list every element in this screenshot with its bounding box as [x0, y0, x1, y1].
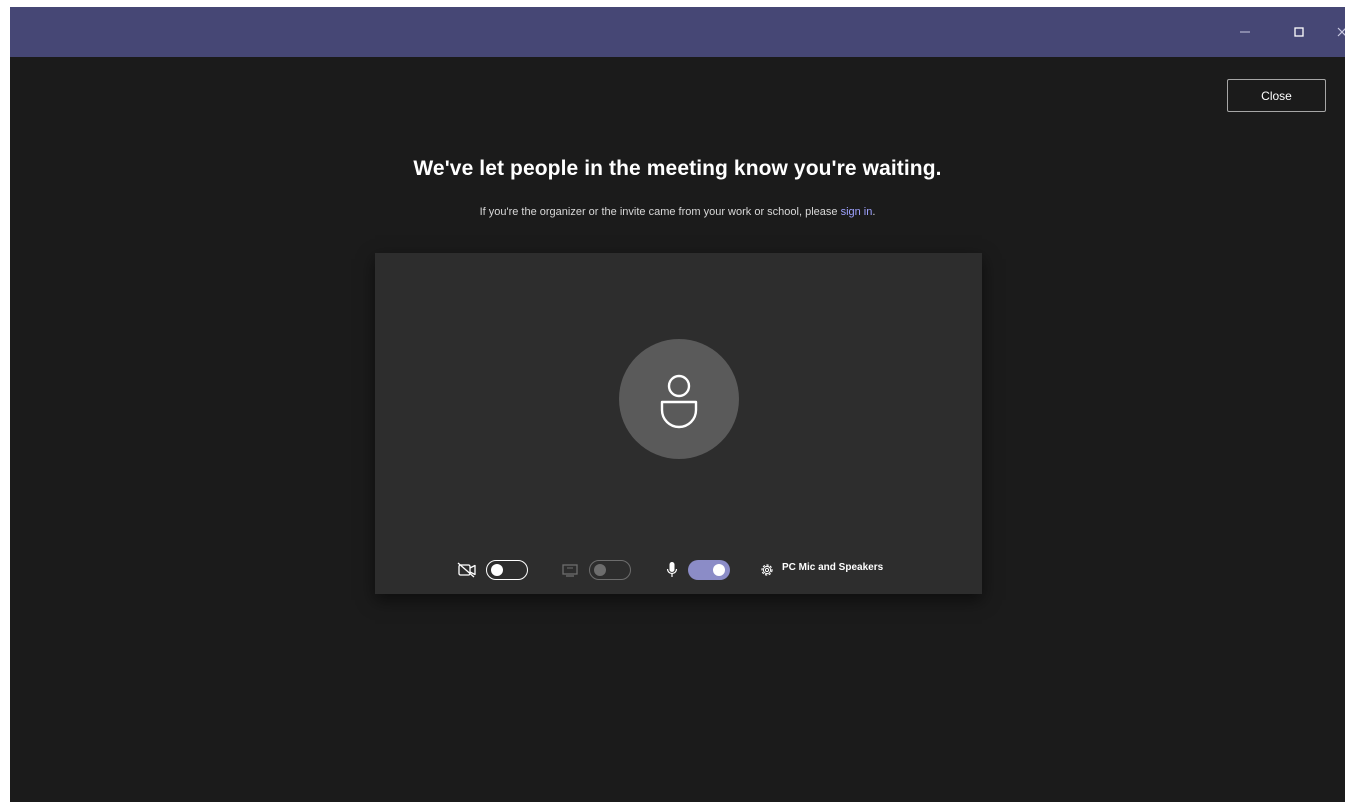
sign-in-link[interactable]: sign in: [841, 206, 873, 218]
gear-icon[interactable]: [757, 560, 777, 580]
background-effects-toggle[interactable]: [589, 560, 631, 580]
background-effects-icon: [558, 559, 582, 581]
device-settings-label[interactable]: PC Mic and Speakers: [782, 562, 883, 573]
camera-off-icon: [455, 559, 479, 581]
sign-in-prompt: If you're the organizer or the invite ca…: [10, 206, 1345, 218]
title-bar: [10, 7, 1345, 57]
camera-toggle-knob: [491, 564, 503, 576]
video-preview: PC Mic and Speakers: [375, 253, 982, 594]
maximize-icon[interactable]: [1285, 18, 1313, 46]
sign-in-prompt-text: If you're the organizer or the invite ca…: [479, 206, 841, 218]
microphone-toggle-knob: [713, 564, 725, 576]
sign-in-prompt-end: .: [872, 206, 876, 218]
person-icon: [660, 374, 698, 429]
minimize-icon[interactable]: [1231, 18, 1259, 46]
microphone-icon: [662, 559, 682, 581]
background-effects-toggle-knob: [594, 564, 606, 576]
device-controls: PC Mic and Speakers: [375, 557, 982, 583]
camera-toggle[interactable]: [486, 560, 528, 580]
app-window: Close We've let people in the meeting kn…: [10, 7, 1345, 802]
waiting-headline: We've let people in the meeting know you…: [413, 157, 942, 180]
close-button[interactable]: Close: [1227, 79, 1326, 112]
avatar: [619, 339, 739, 459]
microphone-toggle[interactable]: [688, 560, 730, 580]
close-icon[interactable]: [1328, 18, 1345, 46]
